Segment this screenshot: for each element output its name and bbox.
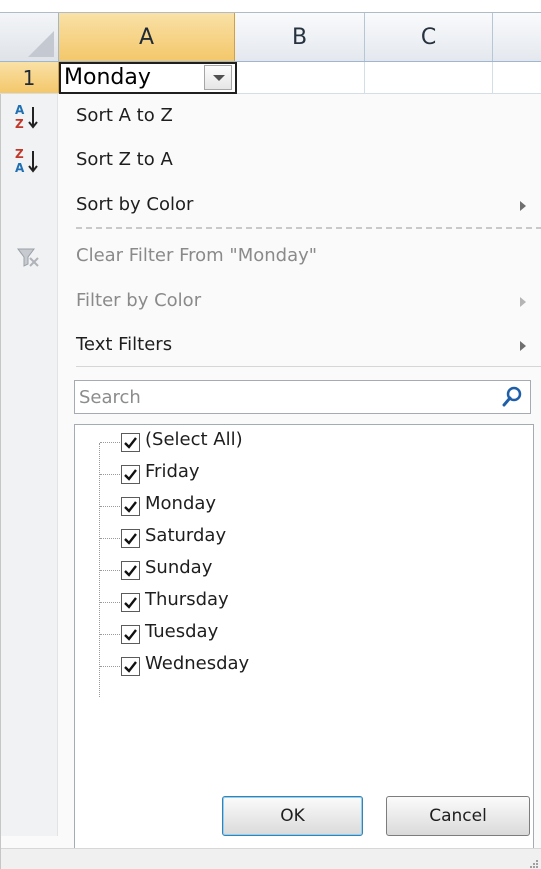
menu-item-sort-a-to-z-label: Sort A to Z	[76, 105, 173, 126]
list-item-label: (Select All)	[145, 429, 243, 450]
cell-a1[interactable]: Monday	[59, 62, 237, 94]
tree-connector	[100, 442, 120, 443]
list-item-label: Saturday	[145, 525, 227, 546]
list-item-label: Monday	[145, 493, 217, 514]
cell-a1-value: Monday	[64, 65, 151, 90]
search-input[interactable]	[75, 381, 495, 413]
list-item[interactable]: Tuesday	[75, 619, 515, 649]
list-item[interactable]: Saturday	[75, 523, 515, 553]
list-item-label: Tuesday	[145, 621, 219, 642]
tree-connector	[100, 474, 120, 475]
cell-c1[interactable]	[365, 62, 493, 93]
autofilter-menu: A Z Sort A to Z Z A Sort Z to A Sort by …	[0, 94, 541, 869]
column-header-d[interactable]	[493, 13, 541, 61]
column-header-c-label: C	[420, 24, 437, 50]
row-header-1-label: 1	[22, 65, 36, 90]
menu-item-sort-z-to-a[interactable]: Z A Sort Z to A	[1, 138, 541, 184]
list-item[interactable]: (Select All)	[75, 427, 515, 457]
menu-item-clear-filter-label: Clear Filter From "Monday"	[76, 245, 318, 266]
list-item[interactable]: Friday	[75, 459, 515, 489]
tree-connector	[100, 570, 120, 571]
menu-separator-dashed	[76, 227, 541, 229]
tree-connector	[100, 538, 120, 539]
checkbox[interactable]	[121, 561, 140, 580]
menu-item-text-filters[interactable]: Text Filters	[1, 322, 541, 368]
list-item[interactable]: Wednesday	[75, 651, 515, 681]
select-all-corner[interactable]	[0, 13, 59, 61]
row-1: 1 Monday	[0, 62, 541, 94]
checkbox[interactable]	[121, 465, 140, 484]
list-item-label: Friday	[145, 461, 200, 482]
submenu-arrow-icon	[520, 201, 526, 211]
clear-filter-icon	[13, 242, 43, 272]
svg-text:Z: Z	[15, 147, 24, 161]
tree-connector	[100, 506, 120, 507]
checkbox[interactable]	[121, 657, 140, 676]
menu-item-filter-by-color[interactable]: Filter by Color	[1, 278, 541, 324]
column-header-a-label: A	[138, 24, 155, 50]
tree-connector	[100, 602, 120, 603]
search-icon[interactable]	[500, 385, 524, 409]
checkbox[interactable]	[121, 625, 140, 644]
cancel-button[interactable]: Cancel	[386, 796, 530, 836]
checkbox[interactable]	[121, 497, 140, 516]
list-item[interactable]: Sunday	[75, 555, 515, 585]
column-header-b-label: B	[291, 24, 308, 50]
svg-text:A: A	[15, 103, 25, 117]
resize-bar	[1, 848, 541, 869]
tree-connector	[100, 666, 120, 667]
svg-text:A: A	[15, 161, 25, 175]
sort-descending-icon: Z A	[13, 146, 43, 176]
column-header-c[interactable]: C	[365, 13, 493, 61]
submenu-arrow-icon	[520, 297, 526, 307]
svg-text:Z: Z	[15, 117, 24, 131]
menu-item-clear-filter[interactable]: Clear Filter From "Monday"	[1, 234, 541, 280]
list-item[interactable]: Monday	[75, 491, 515, 521]
checkbox[interactable]	[121, 529, 140, 548]
top-strip	[0, 0, 541, 12]
ok-button[interactable]: OK	[222, 796, 363, 836]
menu-item-filter-by-color-label: Filter by Color	[76, 290, 202, 311]
checkbox[interactable]	[121, 433, 140, 452]
cell-b1[interactable]	[235, 62, 365, 93]
row-header-1[interactable]: 1	[0, 62, 59, 93]
sort-ascending-icon: A Z	[13, 102, 43, 132]
menu-item-sort-by-color[interactable]: Sort by Color	[1, 182, 541, 228]
column-header-b[interactable]: B	[235, 13, 365, 61]
menu-item-sort-by-color-label: Sort by Color	[76, 194, 194, 215]
column-header-row: A B C	[0, 12, 541, 62]
tree-connector	[100, 634, 120, 635]
search-box	[74, 380, 531, 414]
filter-dropdown-button[interactable]	[204, 65, 232, 90]
list-item-label: Thursday	[145, 589, 229, 610]
list-item-label: Wednesday	[145, 653, 250, 674]
menu-item-text-filters-label: Text Filters	[76, 334, 173, 355]
column-header-a[interactable]: A	[59, 13, 235, 61]
menu-item-sort-z-to-a-label: Sort Z to A	[76, 149, 173, 170]
submenu-arrow-icon	[520, 341, 526, 351]
checkbox[interactable]	[121, 593, 140, 612]
filter-values-list[interactable]: (Select All) Friday Monday Saturday Sunday Th…	[74, 424, 534, 852]
menu-separator	[76, 366, 541, 367]
filter-dropdown-icon	[213, 75, 225, 81]
resize-grip-icon[interactable]	[527, 854, 539, 868]
menu-item-sort-a-to-z[interactable]: A Z Sort A to Z	[1, 94, 541, 140]
corner-triangle-icon	[28, 31, 54, 57]
list-item-label: Sunday	[145, 557, 213, 578]
list-item[interactable]: Thursday	[75, 587, 515, 617]
